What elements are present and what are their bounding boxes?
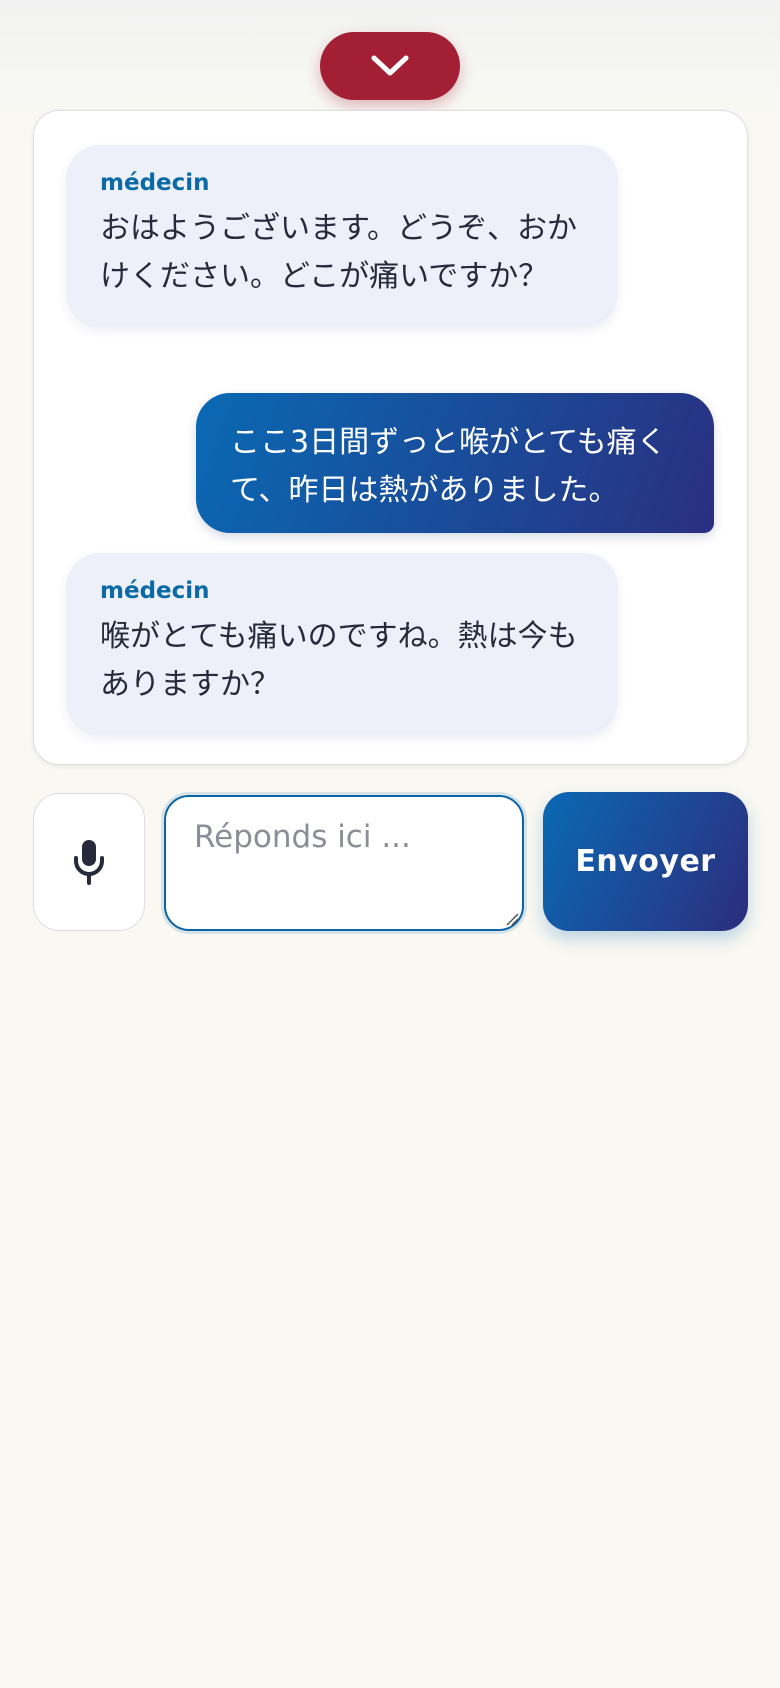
- user-message: ここ3日間ずっと喉がとても痛くて、昨日は熱がありました。: [196, 393, 714, 533]
- speaker-label: médecin: [100, 170, 210, 196]
- doctor-message: médecin おはようございます。どうぞ、おかけください。どこが痛いですか？: [66, 145, 618, 327]
- collapse-button[interactable]: [320, 32, 460, 100]
- message-text: ここ3日間ずっと喉がとても痛くて、昨日は熱がありました。: [230, 425, 667, 508]
- speaker-label: médecin: [100, 578, 210, 604]
- message-text: 喉がとても痛いのですね。熱は今もありますか？: [100, 619, 578, 702]
- reply-input[interactable]: [164, 795, 524, 931]
- microphone-button[interactable]: [33, 793, 145, 931]
- message-text: おはようございます。どうぞ、おかけください。どこが痛いですか？: [100, 211, 577, 294]
- microphone-icon: [74, 840, 104, 885]
- doctor-message: médecin 喉がとても痛いのですね。熱は今もありますか？: [66, 553, 618, 735]
- resize-grip-icon[interactable]: [505, 912, 519, 926]
- reply-input-focus-ring: [161, 792, 527, 934]
- send-button[interactable]: Envoyer: [543, 792, 748, 931]
- chat-panel[interactable]: médecin おはようございます。どうぞ、おかけください。どこが痛いですか？ …: [33, 110, 748, 765]
- chevron-down-icon: [371, 55, 409, 76]
